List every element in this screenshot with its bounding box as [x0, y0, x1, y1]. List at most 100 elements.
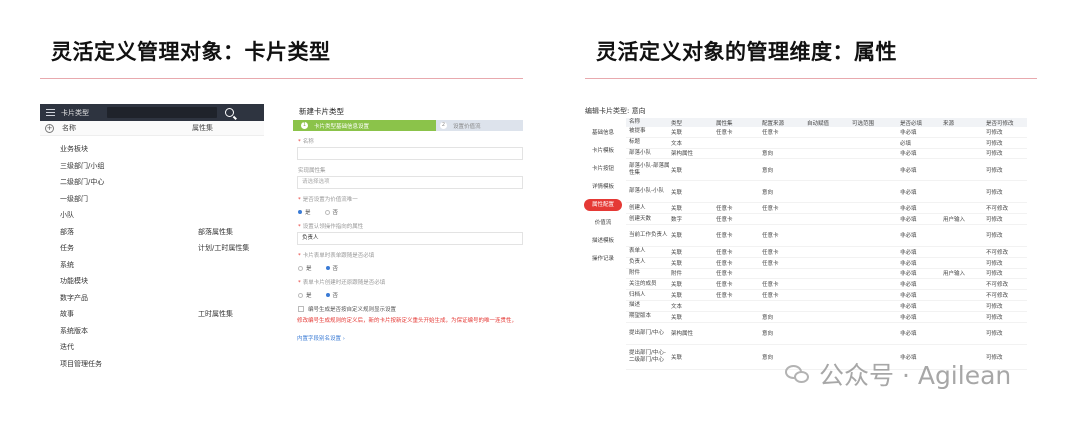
- new-card-type-form: 新建卡片类型 1 卡片类型基础信息设置 2 设置价值流 * 名称 实现属性集 请选…: [293, 104, 523, 376]
- table-cell: 归档人: [629, 291, 646, 298]
- list-item[interactable]: 故事 工时属性集: [40, 306, 264, 323]
- radio-selected[interactable]: [325, 293, 330, 297]
- list-item[interactable]: 功能模块: [40, 273, 264, 290]
- custom-number-checkbox[interactable]: [298, 306, 304, 312]
- step-label: 设置价值流: [453, 123, 481, 130]
- card-type-rows: 业务板块 三级部门/小组 二级部门/中心 一级部门 小队 部落 部落属性集 任务 计划/工时属性…: [40, 136, 264, 372]
- table-row[interactable]: 负责人 关联 任意卡 任意卡 非必填 可修改: [626, 258, 1027, 269]
- table-header: 名称 类型 属性集 配置来源 自动赋值 可选范围 是否必填 来源 是否可修改: [626, 118, 1027, 127]
- nav-item[interactable]: 属性配置: [584, 199, 622, 211]
- table-cell: 非必填: [900, 271, 917, 278]
- table-row[interactable]: 描述 文本 非必填 可修改: [626, 301, 1027, 312]
- step-value-stream[interactable]: 2 设置价值流: [436, 120, 523, 131]
- table-row[interactable]: 部落小队 架构属性 意向 非必填 可修改: [626, 149, 1027, 160]
- list-item[interactable]: 项目管理任务: [40, 356, 264, 373]
- table-row[interactable]: 部落小队-小队 关联 意向 非必填 可修改: [626, 181, 1027, 204]
- attribute-table: 名称 类型 属性集 配置来源 自动赋值 可选范围 是否必填 来源 是否可修改 被提事 关联 任意卡任…: [626, 118, 1027, 370]
- table-cell: 任意卡: [716, 129, 733, 136]
- list-item-attr: 部落属性集: [198, 227, 233, 236]
- table-row[interactable]: 被提事 关联 任意卡 任意卡 非必填 可修改: [626, 127, 1027, 138]
- radio-unselected[interactable]: [298, 292, 303, 298]
- table-cell: 当前工作负责人: [629, 231, 668, 238]
- table-cell: 不可修改: [986, 249, 1009, 256]
- table-row[interactable]: 部落小队-部落属性集 关联 意向 非必填 可修改: [626, 159, 1027, 182]
- table-cell: 数字: [671, 217, 683, 224]
- table-cell: 架构属性: [671, 151, 694, 158]
- table-row[interactable]: 创建天数 数字 任意卡 非必填 用户输入 可修改: [626, 214, 1027, 225]
- table-cell: 关联: [671, 167, 683, 174]
- attrset-select[interactable]: 请选择选项: [297, 176, 523, 189]
- table-cell: 意向: [762, 167, 774, 174]
- list-item[interactable]: 系统版本: [40, 323, 264, 340]
- table-row[interactable]: 期望版本 关联 意向 非必填 可修改: [626, 312, 1027, 323]
- radio-unselected[interactable]: [298, 265, 303, 271]
- column-header: 是否必填: [900, 120, 923, 127]
- warning-text: 修改编号生成规则的定义后，新的卡片按新定义重头开始生成，为保证编号的唯一连贯性，: [297, 318, 518, 324]
- table-row[interactable]: 提出部门/中心 架构属性 意向 非必填 可修改: [626, 323, 1027, 345]
- table-cell: 可修改: [986, 129, 1003, 136]
- table-cell: 关联: [671, 249, 683, 256]
- q4-label: * 表单卡片创建时还原跟随是否必填: [298, 280, 386, 286]
- table-cell: 任意卡: [762, 260, 779, 267]
- list-item[interactable]: 迭代: [40, 339, 264, 356]
- owner-select[interactable]: 负责人: [297, 232, 523, 245]
- list-item[interactable]: 二级部门/中心: [40, 174, 264, 191]
- table-row[interactable]: 附件 附件 任意卡 非必填 用户输入 可修改: [626, 269, 1027, 280]
- nav-item[interactable]: 详情模板: [580, 178, 626, 196]
- table-body: 被提事 关联 任意卡 任意卡 非必填 可修改 标题 文本 必填 可修改 部落小队 架构属性意向非必填 可…: [626, 127, 1027, 370]
- table-cell: 附件: [629, 269, 641, 276]
- list-item-name: 系统版本: [60, 326, 88, 335]
- list-item[interactable]: 部落 部落属性集: [40, 224, 264, 241]
- list-item-name: 功能模块: [60, 277, 88, 286]
- search-input[interactable]: [107, 107, 217, 118]
- list-item[interactable]: 三级部门/小组: [40, 158, 264, 175]
- table-cell: 任意卡: [762, 249, 779, 256]
- nav-item[interactable]: 基础信息: [580, 124, 626, 142]
- nav-item[interactable]: 卡片按钮: [580, 160, 626, 178]
- table-cell: 部落小队-部落属性集: [629, 162, 670, 176]
- radio-selected[interactable]: [298, 210, 302, 214]
- radio-unselected[interactable]: [324, 209, 330, 215]
- table-cell: 关联: [671, 314, 683, 321]
- unique-radio-group: 是 否: [298, 208, 523, 216]
- radio-selected[interactable]: [325, 266, 330, 270]
- list-item-name: 任务: [60, 244, 74, 253]
- column-header: 是否可修改: [986, 120, 1014, 127]
- table-cell: 提出部门/中心-二级部门/中心: [629, 349, 666, 363]
- table-row[interactable]: 当前工作负责人 关联 任意卡 任意卡 非必填 可修改: [626, 225, 1027, 247]
- nav-item[interactable]: 价值流: [580, 214, 626, 232]
- menu-icon[interactable]: [46, 109, 55, 116]
- list-item[interactable]: 任务 计划/工时属性集: [40, 240, 264, 257]
- table-row[interactable]: 表单人 关联 任意卡 任意卡 非必填 不可修改: [626, 247, 1027, 258]
- add-icon[interactable]: +: [45, 123, 54, 133]
- table-row[interactable]: 创建人 关联 任意卡 任意卡 非必填 不可修改: [626, 203, 1027, 215]
- list-item[interactable]: 数字产品: [40, 290, 264, 307]
- search-icon[interactable]: [225, 108, 234, 117]
- nav-item[interactable]: 卡片模板: [580, 142, 626, 160]
- list-item-name: 项目管理任务: [60, 359, 102, 368]
- list-item[interactable]: 业务板块: [40, 141, 264, 158]
- table-cell: 非必填: [900, 314, 917, 321]
- title-divider-left: [40, 78, 523, 79]
- table-row[interactable]: 标题 文本 必填 可修改: [626, 138, 1027, 149]
- slide-title-left: 灵活定义管理对象：卡片类型: [51, 40, 331, 64]
- table-row[interactable]: 归档人 关联 任意卡 任意卡 非必填 不可修改: [626, 290, 1027, 301]
- step-basic-info[interactable]: 1 卡片类型基础信息设置: [293, 120, 436, 131]
- list-item[interactable]: 小队: [40, 207, 264, 224]
- list-item[interactable]: 系统: [40, 257, 264, 274]
- alias-settings-link[interactable]: 内置字段别名设置 ›: [297, 334, 523, 342]
- card-type-list-columns: + 名称 属性集: [40, 121, 264, 136]
- custom-number-row: 编号生成是否按自定义规则显示设置: [298, 305, 523, 313]
- table-row[interactable]: 关注的成员 关联 任意卡 任意卡 非必填 不可修改: [626, 279, 1027, 291]
- name-input[interactable]: [297, 147, 523, 160]
- table-cell: 可修改: [986, 167, 1003, 174]
- nav-item[interactable]: 操作记录: [580, 250, 626, 268]
- table-cell: 部落小队: [629, 149, 652, 156]
- table-cell: 部落小队-小队: [629, 188, 664, 195]
- table-cell: 标题: [629, 139, 641, 146]
- list-item[interactable]: 一级部门: [40, 191, 264, 208]
- edit-card-title: 编辑卡片类型: 意向: [585, 107, 646, 115]
- owner-label: * 设置认领操作指向的属性: [298, 224, 364, 230]
- nav-item[interactable]: 描述模板: [580, 232, 626, 250]
- table-cell: 任意卡: [716, 260, 733, 267]
